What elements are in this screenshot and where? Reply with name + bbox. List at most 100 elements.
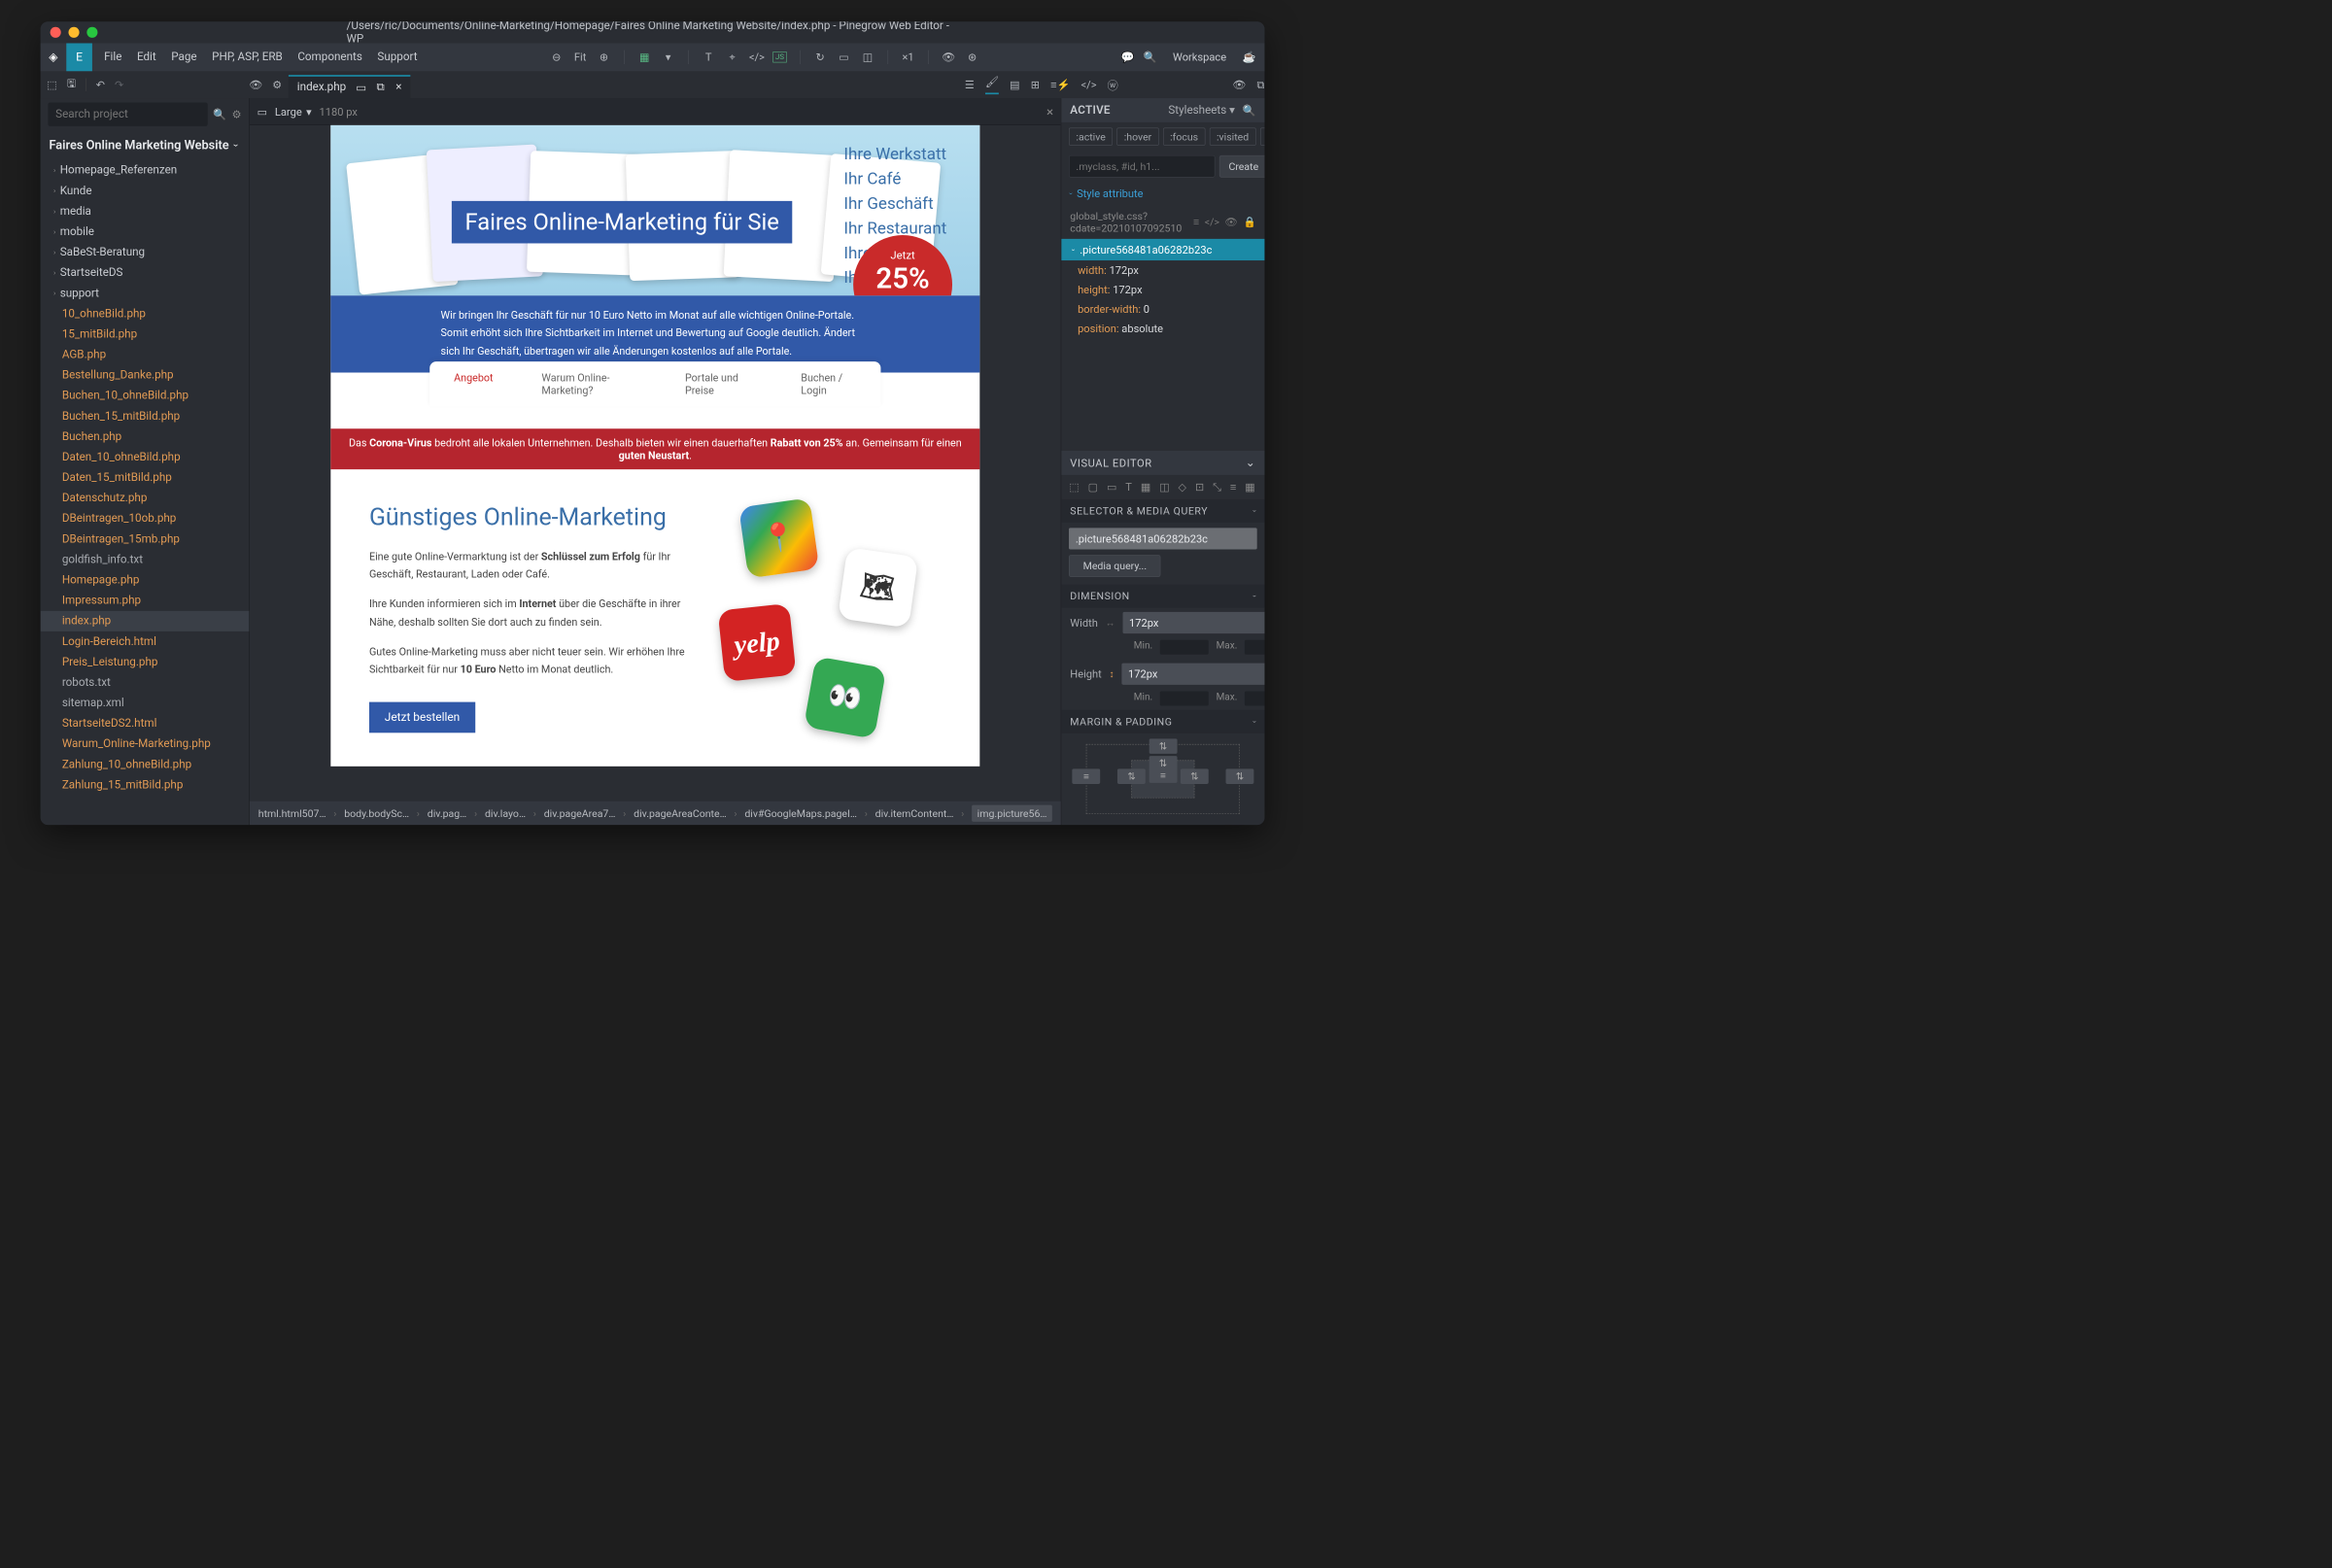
menu-page[interactable]: Page bbox=[171, 51, 196, 63]
file-Impressum-php[interactable]: Impressum.php bbox=[41, 591, 250, 611]
page-tab-buchen[interactable]: Buchen / Login bbox=[776, 361, 880, 406]
crumb-item[interactable]: div.layo… bbox=[485, 807, 526, 820]
file-Buchen_15_mitBild-php[interactable]: Buchen_15_mitBild.php bbox=[41, 406, 250, 426]
search-input[interactable] bbox=[48, 102, 207, 125]
css-selector-row[interactable]: ›.picture568481a06282b23c bbox=[1061, 239, 1264, 260]
layout-icon[interactable]: ▦ bbox=[637, 51, 651, 63]
padding-left-input[interactable]: ⇅ bbox=[1117, 768, 1146, 784]
margin-right-input[interactable]: ⇅ bbox=[1226, 768, 1254, 784]
css-prop-height[interactable]: height: 172px bbox=[1061, 280, 1264, 299]
file-sitemap-xml[interactable]: sitemap.xml bbox=[41, 693, 250, 713]
margin-top-input[interactable]: ⇅ bbox=[1149, 738, 1178, 754]
folder-homepage_referenzen[interactable]: › Homepage_Referenzen bbox=[41, 160, 250, 181]
js-icon[interactable]: JS bbox=[772, 51, 786, 62]
plus-box-icon[interactable]: ⊞ bbox=[1031, 78, 1040, 90]
file-robots-txt[interactable]: robots.txt bbox=[41, 672, 250, 693]
selector-value[interactable]: .picture568481a06282b23c bbox=[1069, 528, 1257, 549]
height-input[interactable] bbox=[1121, 664, 1264, 685]
project-title[interactable]: Faires Online Marketing Website› bbox=[41, 130, 250, 160]
brush-icon[interactable]: 🖌 bbox=[985, 75, 999, 93]
device-icon[interactable]: ⌖ bbox=[725, 51, 738, 63]
folder-mobile[interactable]: › mobile bbox=[41, 222, 250, 242]
file-Zahlung_15_mitBild-php[interactable]: Zahlung_15_mitBild.php bbox=[41, 775, 250, 796]
list-icon[interactable]: ≡ bbox=[1193, 216, 1199, 228]
visual-editor-header[interactable]: VISUAL EDITOR⌄ bbox=[1061, 451, 1264, 475]
maximize-window-icon[interactable] bbox=[86, 27, 97, 38]
crumb-item[interactable]: html.html507… bbox=[258, 807, 326, 820]
file-Login-Bereich-html[interactable]: Login-Bereich.html bbox=[41, 631, 250, 652]
refresh-icon[interactable]: ↻ bbox=[813, 51, 827, 63]
eye-icon[interactable]: 👁 bbox=[249, 78, 262, 90]
width-max-input[interactable] bbox=[1245, 640, 1264, 655]
margin-padding-box[interactable]: ≡ ⇅ ⇅ ⇅ ≡ ⇅ ⇅ bbox=[1061, 733, 1264, 825]
minimize-window-icon[interactable] bbox=[68, 27, 79, 38]
actions-icon[interactable]: ≡⚡ bbox=[1050, 78, 1070, 91]
height-min-input[interactable] bbox=[1160, 692, 1209, 706]
zoom-out-icon[interactable]: ⊖ bbox=[550, 51, 564, 63]
page-tab-warum[interactable]: Warum Online-Marketing? bbox=[517, 361, 661, 406]
margin-left-input[interactable]: ≡ bbox=[1073, 768, 1101, 784]
file-index-php[interactable]: index.php bbox=[41, 611, 250, 631]
file-Warum_Online-Marketing-php[interactable]: Warum_Online-Marketing.php bbox=[41, 733, 250, 754]
file-Datenschutz-php[interactable]: Datenschutz.php bbox=[41, 488, 250, 508]
file-Daten_10_ohneBild-php[interactable]: Daten_10_ohneBild.php bbox=[41, 447, 250, 467]
page-tab-angebot[interactable]: Angebot bbox=[429, 361, 517, 406]
css-file-row[interactable]: global_style.css?cdate=20210107092510 ≡<… bbox=[1061, 205, 1264, 238]
ve-pos-icon[interactable]: ◇ bbox=[1179, 481, 1187, 494]
copy-icon[interactable]: ⧉ bbox=[1257, 78, 1265, 90]
visibility-icon[interactable]: 👁 bbox=[942, 51, 955, 63]
media-query-button[interactable]: Media query... bbox=[1069, 555, 1160, 577]
search-icon[interactable]: 🔍 bbox=[1144, 51, 1157, 63]
file-Homepage-php[interactable]: Homepage.php bbox=[41, 570, 250, 591]
undo-icon[interactable]: ↶ bbox=[96, 78, 105, 90]
ve-rect-icon[interactable]: ▭ bbox=[1107, 481, 1116, 494]
menu-edit[interactable]: Edit bbox=[137, 51, 156, 63]
search-icon[interactable]: 🔍 bbox=[213, 108, 226, 120]
width-input[interactable] bbox=[1122, 612, 1264, 633]
file-10_ohneBild-php[interactable]: 10_ohneBild.php bbox=[41, 303, 250, 324]
css-prop-position[interactable]: position: absolute bbox=[1061, 319, 1264, 338]
folder-kunde[interactable]: › Kunde bbox=[41, 181, 250, 201]
fit-label[interactable]: Fit bbox=[573, 51, 587, 63]
help-icon[interactable]: 💬 bbox=[1121, 51, 1135, 63]
crumb-item[interactable]: body.bodySc… bbox=[344, 807, 409, 820]
ve-border-icon[interactable]: ◫ bbox=[1159, 481, 1169, 494]
crumb-item[interactable]: div.pageArea7… bbox=[544, 807, 616, 820]
menu-file[interactable]: File bbox=[104, 51, 121, 63]
pseudo-more[interactable]: ▾ bbox=[1260, 128, 1265, 146]
pinegrow-logo-icon[interactable]: ◈ bbox=[41, 43, 67, 71]
close-window-icon[interactable] bbox=[51, 27, 61, 38]
ve-list-icon[interactable]: ≡ bbox=[1230, 481, 1236, 494]
crumb-item[interactable]: div.itemContent… bbox=[875, 807, 954, 820]
crumb-item[interactable]: img.picture56… bbox=[972, 804, 1052, 821]
tab-view-icon[interactable]: ▭ bbox=[357, 83, 365, 91]
file-tab[interactable]: index.php ▭ ⧉ × bbox=[289, 75, 410, 98]
viewport-icon[interactable]: ▭ bbox=[257, 105, 267, 118]
pseudo-visited[interactable]: :visited bbox=[1210, 128, 1256, 146]
folder-startseiteds[interactable]: › StartseiteDS bbox=[41, 262, 250, 283]
rendered-page[interactable]: Ihre WerkstattIhr CaféIhr GeschäftIhr Re… bbox=[330, 125, 979, 767]
menu-components[interactable]: Components bbox=[297, 51, 362, 63]
viewport-size-selector[interactable]: Large▾ bbox=[275, 105, 312, 118]
html-icon[interactable]: </> bbox=[1081, 78, 1097, 90]
file-Preis_Leistung-php[interactable]: Preis_Leistung.php bbox=[41, 652, 250, 672]
width-min-input[interactable] bbox=[1160, 640, 1209, 655]
text-icon[interactable]: T bbox=[702, 51, 715, 63]
box-icon[interactable]: ▤ bbox=[1010, 78, 1019, 90]
eye3-icon[interactable]: 👁 bbox=[1225, 216, 1238, 228]
file-StartseiteDS2-html[interactable]: StartseiteDS2.html bbox=[41, 713, 250, 733]
center-box-icon[interactable]: ≡ bbox=[1149, 767, 1178, 783]
folder-support[interactable]: › support bbox=[41, 283, 250, 303]
selector-input[interactable] bbox=[1069, 155, 1215, 178]
coffee-icon[interactable]: ☕ bbox=[1243, 51, 1256, 63]
search-styles-icon[interactable]: 🔍 bbox=[1243, 104, 1256, 117]
file-Daten_15_mitBild-php[interactable]: Daten_15_mitBild.php bbox=[41, 467, 250, 488]
file-15_mitBild-php[interactable]: 15_mitBild.php bbox=[41, 324, 250, 345]
menu-support[interactable]: Support bbox=[377, 51, 417, 63]
dimension-header[interactable]: DIMENSION› bbox=[1061, 585, 1264, 608]
margin-padding-header[interactable]: MARGIN & PADDING› bbox=[1061, 710, 1264, 733]
ve-layout-icon[interactable]: ⬚ bbox=[1069, 481, 1079, 494]
window-icon[interactable]: ◫ bbox=[861, 51, 874, 63]
pseudo-focus[interactable]: :focus bbox=[1163, 128, 1205, 146]
ve-trans-icon[interactable]: ⤡ bbox=[1213, 481, 1221, 494]
